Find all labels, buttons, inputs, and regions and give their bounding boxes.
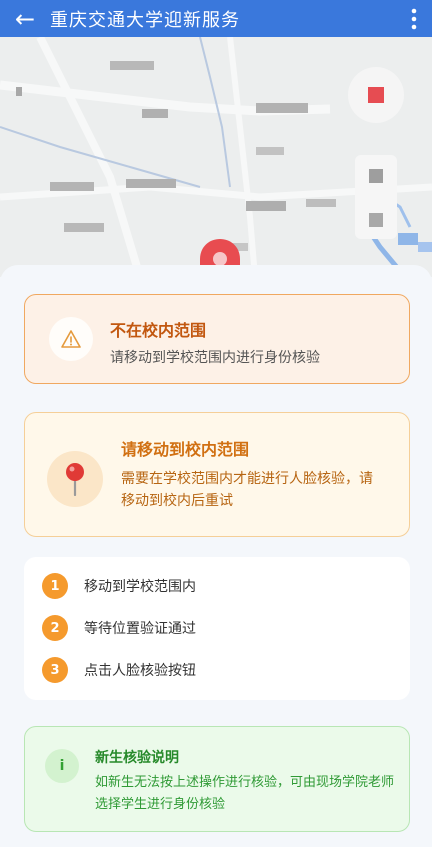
step-item: 3 点击人脸核验按钮 [42, 657, 196, 683]
steps-list: 1 移动到学校范围内 2 等待位置验证通过 3 点击人脸核验按钮 [24, 557, 410, 700]
warning-triangle-icon [49, 317, 93, 361]
app-bar: ← 重庆交通大学迎新服务 [0, 0, 432, 37]
more-vertical-icon [411, 8, 417, 29]
step-item: 1 移动到学校范围内 [42, 573, 196, 599]
arrow-left-icon: ← [14, 4, 36, 33]
verification-note-card: i 新生核验说明 如新生无法按上述操作进行核验，可由现场学院老师选择学生进行身份… [24, 726, 410, 832]
alert-message: 请移动到学校范围内进行身份核验 [110, 350, 320, 366]
alert-title: 不在校内范围 [110, 321, 207, 340]
step-number-badge: 3 [42, 657, 68, 683]
verification-sheet: 不在校内范围 请移动到学校范围内进行身份核验 请移动到校内范围 需要在学校范围内… [0, 265, 432, 847]
step-number-badge: 2 [42, 615, 68, 641]
pushpin-icon [47, 451, 103, 507]
note-title: 新生核验说明 [95, 750, 179, 766]
page-title: 重庆交通大学迎新服务 [50, 9, 240, 31]
step-number-badge: 1 [42, 573, 68, 599]
info-icon: i [45, 749, 79, 783]
note-message: 如新生无法按上述操作进行核验，可由现场学院老师选择学生进行身份核验 [95, 775, 395, 812]
move-to-campus-card: 请移动到校内范围 需要在学校范围内才能进行人脸核验，请移动到校内后重试 [24, 412, 410, 537]
map-view[interactable] [0, 37, 432, 277]
step-label: 等待位置验证通过 [84, 621, 196, 637]
back-button[interactable]: ← [0, 0, 50, 37]
step-label: 移动到学校范围内 [84, 579, 196, 595]
step-label: 点击人脸核验按钮 [84, 663, 196, 679]
more-menu-button[interactable] [396, 0, 432, 37]
step-item: 2 等待位置验证通过 [42, 615, 196, 641]
move-card-message: 需要在学校范围内才能进行人脸核验，请移动到校内后重试 [121, 471, 373, 509]
out-of-range-alert: 不在校内范围 请移动到学校范围内进行身份核验 [24, 294, 410, 384]
move-card-title: 请移动到校内范围 [121, 440, 250, 459]
